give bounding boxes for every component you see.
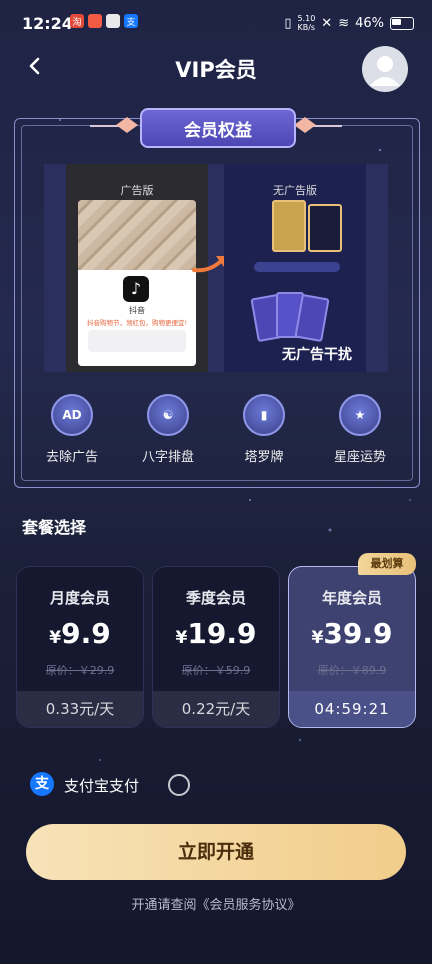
- tarot-card-icon: [294, 293, 330, 343]
- ad-popup: ♪ 抖音 抖音购物节，领红包，购物更便宜!: [78, 270, 196, 366]
- tab-ornament-icon: [294, 117, 316, 133]
- feature-remove-ads: AD 去除广告: [24, 394, 120, 466]
- plan-card-monthly[interactable]: 月度会员 ¥9.9 原价：￥29.9 0.33元/天: [16, 566, 144, 728]
- app-notification-icon: [88, 14, 102, 28]
- battery-percent: 46%: [355, 15, 384, 31]
- plan-price: ¥9.9: [49, 617, 111, 650]
- banner-strip: [254, 262, 340, 272]
- horoscope-icon: ★: [339, 394, 381, 436]
- tab-ornament-icon: [116, 117, 138, 133]
- plan-daily-price: 0.22元/天: [153, 691, 279, 727]
- ad-app-name: 抖音: [129, 306, 145, 315]
- header: VIP会员: [0, 44, 432, 92]
- bazi-icon: ☯: [147, 394, 189, 436]
- notification-icons: 淘 支: [70, 14, 138, 28]
- payment-method-row[interactable]: 支 支付宝支付: [30, 772, 410, 798]
- ad-version-panel: 广告版 ♪ 抖音 抖音购物节，领红包，购物更便宜!: [66, 164, 208, 372]
- user-avatar-icon: [370, 56, 400, 86]
- payment-label: 支付宝支付: [64, 777, 140, 795]
- tiktok-logo-icon: ♪: [123, 276, 149, 302]
- alipay-icon: 支: [30, 772, 54, 796]
- plan-name: 年度会员: [321, 589, 382, 607]
- no-ad-version-label: 无广告版: [273, 184, 317, 197]
- feature-label: 八字排盘: [141, 450, 194, 465]
- remove-ad-icon: AD: [51, 394, 93, 436]
- vibrate-icon: ▯: [284, 15, 292, 31]
- status-right: ▯ 5.10 KB/s ✕ ≋ 46%: [284, 14, 414, 32]
- sim-icon: ✕: [321, 15, 333, 31]
- plan-price: ¥39.9: [311, 617, 393, 650]
- feature-label: 去除广告: [45, 450, 98, 465]
- plan-original-price: 原价：￥59.9: [181, 664, 251, 677]
- best-value-badge: 最划算: [358, 553, 416, 575]
- payment-radio[interactable]: [168, 774, 190, 796]
- feature-label: 星座运势: [333, 450, 386, 465]
- battery-icon: [390, 16, 414, 30]
- tarot-card-icon: [272, 200, 306, 252]
- alipay-notification-icon: 支: [124, 14, 138, 28]
- app-notification-icon: [106, 14, 120, 28]
- plan-card-yearly[interactable]: 年度会员 ¥39.9 原价：￥89.9 04:59:21: [288, 566, 416, 728]
- no-ad-overlay-text: 无广告干扰: [282, 347, 352, 363]
- plan-card-quarterly[interactable]: 季度会员 ¥19.9 原价：￥59.9 0.22元/天: [152, 566, 280, 728]
- feature-bazi: ☯ 八字排盘: [120, 394, 216, 466]
- agreement-link[interactable]: 开通请查阅《会员服务协议》: [0, 894, 432, 913]
- plan-original-price: 原价：￥89.9: [317, 664, 387, 677]
- plan-price: ¥19.9: [175, 617, 257, 650]
- avatar[interactable]: [362, 46, 408, 92]
- feature-tarot: ▮ 塔罗牌: [216, 394, 312, 466]
- tarot-card-icon: [308, 204, 342, 252]
- plan-daily-price: 0.33元/天: [17, 691, 143, 727]
- no-ad-version-panel: 无广告版: [224, 164, 366, 372]
- feature-horoscope: ★ 星座运势: [312, 394, 408, 466]
- plans-section-title: 套餐选择: [22, 518, 87, 537]
- wifi-icon: ≋: [338, 15, 350, 31]
- feature-label: 塔罗牌: [244, 450, 284, 465]
- ad-version-label: 广告版: [120, 184, 154, 197]
- feature-list: AD 去除广告 ☯ 八字排盘 ▮ 塔罗牌 ★ 星座运势: [24, 394, 408, 466]
- benefits-title: 会员权益: [140, 108, 296, 148]
- app-notification-icon: 淘: [70, 14, 84, 28]
- status-bar: 12:24 淘 支 ▯ 5.10 KB/s ✕ ≋ 46%: [0, 0, 432, 44]
- plan-name: 季度会员: [185, 589, 246, 607]
- benefit-showcase: 广告版 ♪ 抖音 抖音购物节，领红包，购物更便宜! 无广告版 无广告干扰: [44, 164, 388, 372]
- plan-name: 月度会员: [49, 589, 110, 607]
- subscribe-button[interactable]: 立即开通: [26, 824, 406, 880]
- status-time: 12:24: [22, 14, 73, 33]
- ad-phone-mockup: ♪ 抖音 抖音购物节，领红包，购物更便宜!: [78, 200, 196, 366]
- tarot-icon: ▮: [243, 394, 285, 436]
- net-speed: 5.10 KB/s: [297, 14, 316, 32]
- ad-description: 抖音购物节，领红包，购物更便宜!: [86, 319, 188, 327]
- plan-original-price: 原价：￥29.9: [45, 664, 115, 677]
- plan-countdown: 04:59:21: [289, 691, 415, 727]
- ad-button: [88, 330, 186, 352]
